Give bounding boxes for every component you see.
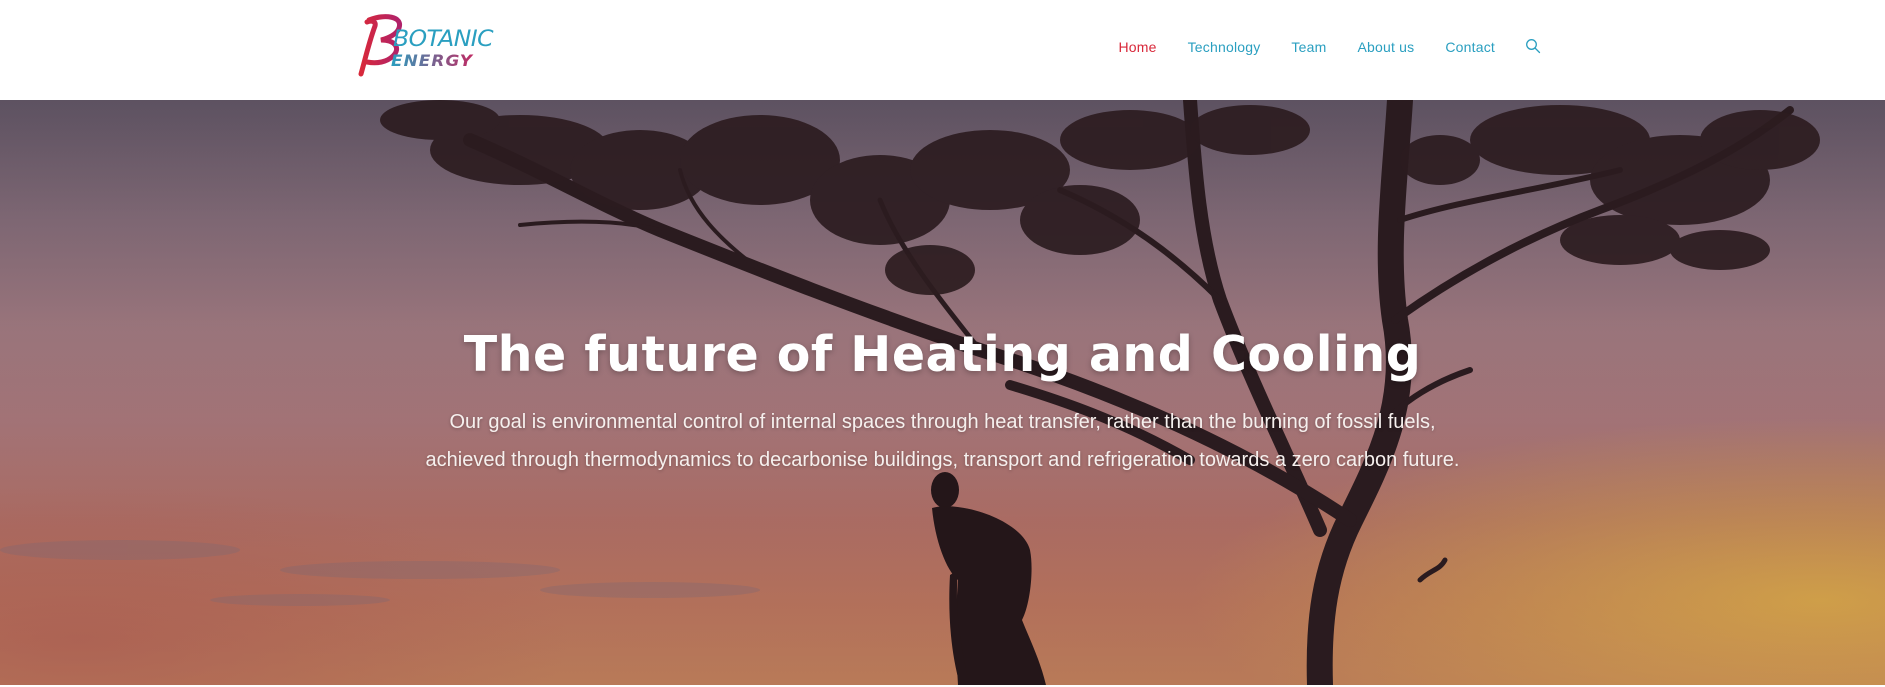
brand-logo[interactable]: BOTANIC ENERGY: [345, 12, 495, 78]
site-header: BOTANIC ENERGY Home Technology Team Abou…: [0, 0, 1885, 100]
foliage-graphic: [380, 100, 1820, 295]
nav-contact[interactable]: Contact: [1445, 34, 1495, 60]
nav-home[interactable]: Home: [1118, 34, 1156, 60]
hero-title: The future of Heating and Cooling: [463, 326, 1422, 383]
clouds-graphic: [0, 540, 760, 606]
person-silhouette-icon: [931, 472, 1046, 685]
logo-line1: BOTANIC: [393, 27, 494, 52]
hero-description-line-1: Our goal is environmental control of int…: [449, 411, 1436, 433]
botanic-energy-logo-icon: BOTANIC ENERGY: [358, 14, 495, 77]
nav-about-us[interactable]: About us: [1357, 34, 1414, 60]
nav-team[interactable]: Team: [1291, 34, 1326, 60]
hero-content: The future of Heating and Cooling Our go…: [0, 326, 1885, 479]
hero-description-line-2: achieved through thermodynamics to decar…: [425, 449, 1460, 471]
logo-line2: ENERGY: [391, 51, 473, 70]
main-nav: Home Technology Team About us Contact: [1118, 34, 1543, 60]
hero-description: Our goal is environmental control of int…: [383, 403, 1503, 479]
nav-technology[interactable]: Technology: [1188, 34, 1261, 60]
search-icon[interactable]: [1525, 38, 1543, 56]
hero-section: The future of Heating and Cooling Our go…: [0, 100, 1885, 685]
